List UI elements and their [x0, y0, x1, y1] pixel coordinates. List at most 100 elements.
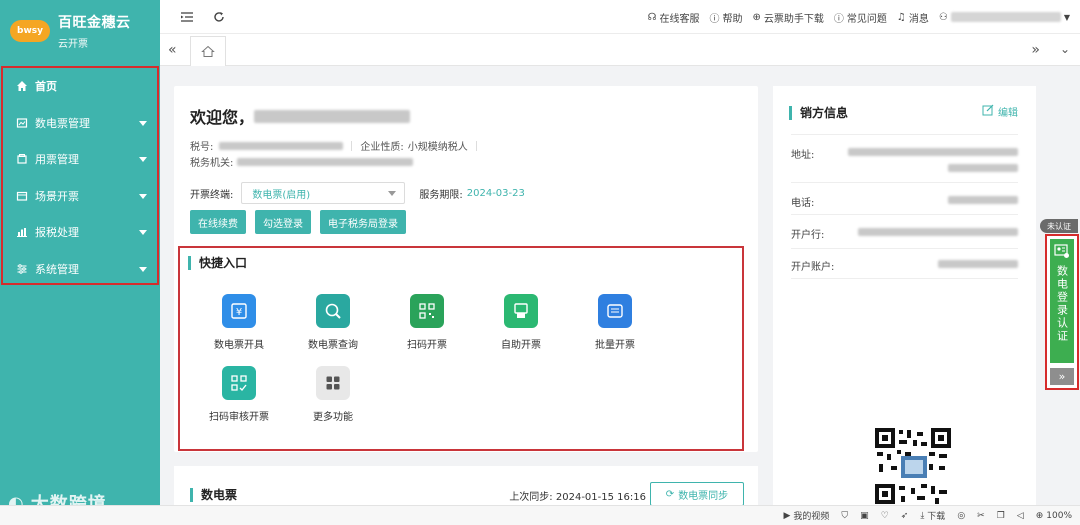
auth-widget: 数电登录认证 » [1045, 234, 1079, 390]
sidebar-item-tax[interactable]: 报税处理 [3, 214, 157, 251]
home-icon [15, 79, 29, 93]
seller-bank-redacted [858, 228, 1018, 236]
grid-icon [316, 366, 350, 400]
sidebar-item-home[interactable]: 首页 [3, 68, 157, 105]
my-video-button[interactable]: ▶ 我的视频 [783, 509, 829, 523]
terminal-row: 开票终端: 数电票(启用) 服务期限: 2024-03-23 [190, 182, 525, 204]
chevron-down-icon [139, 157, 147, 162]
tab-scroll-left-icon[interactable]: « [168, 42, 177, 58]
unauthenticated-badge: 未认证 [1040, 219, 1078, 233]
collapse-auth-button[interactable]: » [1050, 368, 1074, 385]
seller-info-panel: 销方信息 编辑 地址: 电话: 开户行: 开户账户: [773, 86, 1036, 506]
brand-name: 百旺金穗云 [58, 15, 131, 31]
speaker-icon[interactable]: ◁ [1017, 511, 1024, 521]
sidebar-item-label: 首页 [35, 80, 57, 94]
search-invoice-icon [316, 294, 350, 328]
digital-login-auth-button[interactable]: 数电登录认证 [1050, 239, 1074, 363]
caret-down-icon: ▼ [1063, 12, 1070, 22]
zoom-icon: ⊕ [1035, 510, 1044, 521]
online-service-link[interactable]: ☊ 在线客服 [648, 10, 700, 25]
sidebar-item-invoice-manage[interactable]: 数电票管理 [3, 105, 157, 142]
settings-icon [15, 262, 29, 276]
camera-icon[interactable]: ◎ [957, 511, 965, 521]
image-icon[interactable]: ▣ [860, 511, 869, 521]
etax-login-button[interactable]: 电子税务局登录 [320, 210, 406, 234]
sync-icon: ⟳ [665, 488, 675, 500]
user-menu[interactable]: ⚇ ▼ [939, 12, 1070, 23]
user-name-redacted [950, 12, 1061, 22]
home-outline-icon [201, 45, 215, 57]
seller-account-label: 开户账户: [791, 262, 835, 273]
bell-icon: ♫ [896, 11, 906, 23]
ticket-icon [15, 152, 29, 166]
tax-info-line: 税号: 企业性质: 小规模纳税人 [190, 138, 485, 153]
quick-item-issue-invoice[interactable]: ¥ 数电票开具 [194, 294, 284, 351]
shield-icon[interactable]: ⛉ [841, 511, 848, 521]
id-card-icon [1054, 244, 1069, 258]
top-bar: ☊ 在线客服 ⓘ 帮助 ⊕ 云票助手下载 ⓘ 常见问题 ♫ 消息 ⚇ ▼ [160, 0, 1080, 34]
sidebar-item-label: 系统管理 [35, 262, 79, 276]
quick-entry-title: 快捷入口 [188, 256, 247, 270]
sidebar-item-label: 用票管理 [35, 153, 79, 167]
sidebar-item-ticket-manage[interactable]: 用票管理 [3, 141, 157, 178]
welcome-title: 欢迎您， [190, 104, 411, 128]
tax-office-redacted [237, 157, 414, 166]
sidebar-item-scene-invoice[interactable]: 场景开票 [3, 178, 157, 215]
sidebar: bwsy 百旺金穗云 云开票 首页 数电票管理 用票管理 场景开票 报税处理 系… [0, 0, 160, 525]
headset-icon: ☊ [647, 11, 657, 23]
yuan-invoice-icon: ¥ [222, 294, 256, 328]
quick-item-scan-review[interactable]: 扫码审核开票 [194, 366, 284, 423]
digital-invoice-card: 数电票 上次同步: 2024-01-15 16:16 ⟳ 数电票同步 [174, 466, 758, 506]
brand-logo: bwsy [10, 20, 50, 42]
refresh-icon[interactable] [206, 4, 232, 30]
tab-home[interactable] [190, 36, 226, 66]
chevron-down-icon [139, 120, 147, 126]
quick-item-more[interactable]: 更多功能 [288, 366, 378, 423]
welcome-actions: 在线续费 勾选登录 电子税务局登录 [190, 210, 406, 234]
sidebar-item-label: 报税处理 [35, 226, 79, 240]
heart-icon[interactable]: ♡ [881, 511, 889, 521]
faq-link[interactable]: ⓘ 常见问题 [834, 10, 887, 25]
quick-item-scan-invoice[interactable]: 扫码开票 [382, 294, 472, 351]
zoom-control[interactable]: ⊕ 100% [1036, 511, 1072, 521]
rocket-icon[interactable]: ➶ [901, 511, 909, 521]
window-icon[interactable]: ❐ [997, 511, 1005, 521]
message-link[interactable]: ♫ 消息 [897, 10, 929, 25]
tab-scroll-right-icon[interactable]: » [1031, 42, 1040, 58]
quick-item-query-invoice[interactable]: 数电票查询 [288, 294, 378, 351]
seller-address-redacted-2 [948, 164, 1018, 172]
renew-button[interactable]: 在线续费 [190, 210, 246, 234]
qrcode-icon [410, 294, 444, 328]
tax-office-line: 税务机关: [190, 154, 414, 169]
help-icon: ⓘ [709, 13, 720, 25]
chevron-down-icon [139, 266, 147, 272]
sidebar-item-label: 场景开票 [35, 189, 79, 203]
batch-icon [598, 294, 632, 328]
assistant-download-link[interactable]: ⊕ 云票助手下载 [753, 10, 824, 25]
sidebar-item-label: 数电票管理 [35, 116, 90, 130]
check-login-button[interactable]: 勾选登录 [255, 210, 311, 234]
welcome-card: 欢迎您， 税号: 企业性质: 小规模纳税人 税务机关: 开票终端: 数电票(启用… [174, 86, 758, 452]
service-expiry: 2024-03-23 [466, 187, 525, 199]
invoice-icon [15, 116, 29, 130]
tab-dropdown-icon[interactable]: ⌄ [1060, 42, 1070, 56]
sync-invoice-button[interactable]: ⟳ 数电票同步 [650, 482, 744, 506]
seller-phone-label: 电话: [791, 198, 815, 209]
scissors-icon[interactable]: ✂ [977, 511, 985, 521]
self-service-icon [504, 294, 538, 328]
tax-icon [15, 225, 29, 239]
download-button[interactable]: ⤓ 下载 [920, 509, 945, 523]
play-icon: ▶ [783, 510, 791, 521]
quick-item-batch[interactable]: 批量开票 [570, 294, 660, 351]
terminal-select[interactable]: 数电票(启用) [241, 182, 406, 204]
help-link[interactable]: ⓘ 帮助 [710, 10, 743, 25]
brand-sub: 云开票 [58, 39, 88, 50]
chevron-down-icon [139, 193, 147, 199]
quick-item-self-service[interactable]: 自助开票 [476, 294, 566, 351]
seller-address-label: 地址: [791, 150, 815, 161]
question-icon: ⓘ [833, 13, 844, 25]
seller-edit-button[interactable]: 编辑 [982, 104, 1018, 119]
collapse-menu-icon[interactable] [174, 4, 200, 30]
brand: bwsy 百旺金穗云 云开票 [0, 0, 160, 62]
sidebar-item-system[interactable]: 系统管理 [3, 251, 157, 288]
